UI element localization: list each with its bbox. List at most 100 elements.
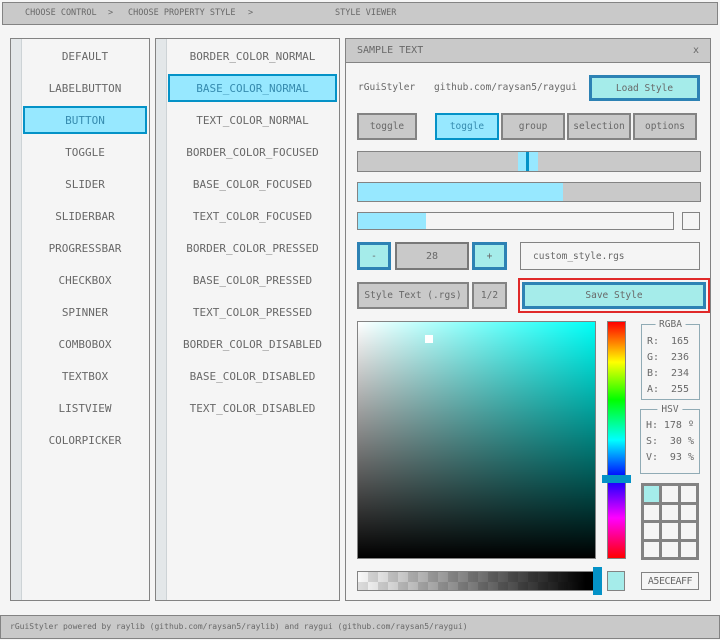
hsv-label-h: H: — [646, 420, 658, 431]
breadcrumb-separator-icon: > — [248, 3, 253, 24]
spinner-value-box[interactable]: 28 — [395, 242, 469, 270]
rgba-label-r: R: — [647, 336, 659, 347]
property-item-border-color-pressed[interactable]: BORDER_COLOR_PRESSED — [168, 234, 337, 262]
saved-color-cell[interactable] — [662, 542, 677, 558]
saved-color-cell[interactable] — [662, 486, 677, 502]
toggle-group-item-group[interactable]: group — [501, 113, 565, 140]
hsv-value-h: 178 º — [664, 420, 694, 431]
control-item-default[interactable]: DEFAULT — [23, 42, 147, 70]
control-item-toggle[interactable]: TOGGLE — [23, 138, 147, 166]
save-style-button[interactable]: Save Style — [522, 282, 706, 309]
style-filename-input[interactable]: custom_style.rgs — [520, 242, 700, 270]
saved-colors-grid — [641, 483, 699, 560]
hsv-groupbox: HSV H: 178 º S: 30 % V: 93 % — [640, 409, 700, 474]
hsv-row-h: H: 178 º — [646, 418, 694, 433]
breadcrumb-separator-icon: > — [108, 3, 113, 24]
rgba-row-g: G: 236 — [647, 350, 689, 365]
spinner-decrease-button[interactable]: - — [357, 242, 391, 270]
breadcrumb-step-choose-property-style: CHOOSE PROPERTY STYLE — [128, 3, 235, 24]
property-item-base-color-pressed[interactable]: BASE_COLOR_PRESSED — [168, 266, 337, 294]
control-item-slider[interactable]: SLIDER — [23, 170, 147, 198]
hsv-value-s: 30 % — [670, 436, 694, 447]
saved-color-cell[interactable] — [662, 505, 677, 521]
style-text-button[interactable]: Style Text (.rgs) — [357, 282, 469, 309]
sample-window-titlebar[interactable]: SAMPLE TEXT x — [346, 39, 710, 63]
property-item-base-color-disabled[interactable]: BASE_COLOR_DISABLED — [168, 362, 337, 390]
control-item-checkbox[interactable]: CHECKBOX — [23, 266, 147, 294]
control-item-progressbar[interactable]: PROGRESSBAR — [23, 234, 147, 262]
hsv-row-v: V: 93 % — [646, 450, 694, 465]
hsv-label-s: S: — [646, 436, 658, 447]
control-item-labelbutton[interactable]: LABELBUTTON — [23, 74, 147, 102]
controls-list: DEFAULT LABELBUTTON BUTTON TOGGLE SLIDER… — [10, 38, 150, 601]
saved-color-cell[interactable] — [644, 542, 659, 558]
close-icon[interactable]: x — [693, 45, 699, 56]
rgba-row-b: B: 234 — [647, 366, 689, 381]
control-item-combobox[interactable]: COMBOBOX — [23, 330, 147, 358]
repo-label: github.com/raysan5/raygui — [434, 75, 577, 101]
pager-button[interactable]: 1/2 — [472, 282, 507, 309]
toggle-group-item-selection[interactable]: selection — [567, 113, 631, 140]
control-item-listview[interactable]: LISTVIEW — [23, 394, 147, 422]
hue-bar[interactable] — [607, 321, 626, 559]
toggle-group-item-options[interactable]: options — [633, 113, 697, 140]
property-item-text-color-pressed[interactable]: TEXT_COLOR_PRESSED — [168, 298, 337, 326]
control-item-button-selected[interactable]: BUTTON — [23, 106, 147, 134]
properties-list-scrollbar[interactable] — [156, 39, 167, 600]
rgba-groupbox: RGBA R: 165 G: 236 B: 234 A: 255 — [641, 324, 700, 400]
saved-color-cell[interactable] — [644, 505, 659, 521]
alpha-handle[interactable] — [593, 567, 602, 595]
rgba-value-a: 255 — [671, 384, 689, 395]
rgba-value-r: 165 — [671, 336, 689, 347]
saved-color-cell-current[interactable] — [644, 486, 659, 502]
rgba-value-b: 234 — [671, 368, 689, 379]
saved-color-cell[interactable] — [681, 523, 696, 539]
control-item-spinner[interactable]: SPINNER — [23, 298, 147, 326]
rgba-label-g: G: — [647, 352, 659, 363]
property-item-text-color-normal[interactable]: TEXT_COLOR_NORMAL — [168, 106, 337, 134]
property-item-border-color-normal[interactable]: BORDER_COLOR_NORMAL — [168, 42, 337, 70]
properties-list: BORDER_COLOR_NORMAL BASE_COLOR_NORMAL TE… — [155, 38, 340, 601]
load-style-button[interactable]: Load Style — [589, 75, 700, 101]
sample-slider[interactable] — [357, 151, 701, 172]
property-item-text-color-disabled[interactable]: TEXT_COLOR_DISABLED — [168, 394, 337, 422]
hsv-groupbox-title: HSV — [657, 404, 682, 415]
sample-window: SAMPLE TEXT x rGuiStyler github.com/rays… — [345, 38, 711, 601]
sample-window-title: SAMPLE TEXT — [357, 45, 423, 56]
control-item-textbox[interactable]: TEXTBOX — [23, 362, 147, 390]
property-item-text-color-focused[interactable]: TEXT_COLOR_FOCUSED — [168, 202, 337, 230]
spinner-increase-button[interactable]: + — [472, 242, 507, 270]
color-selector-cursor[interactable] — [425, 335, 433, 343]
sliderbar-fill — [358, 183, 563, 201]
breadcrumb-step-style-viewer: STYLE VIEWER — [335, 3, 396, 24]
property-item-base-color-focused[interactable]: BASE_COLOR_FOCUSED — [168, 170, 337, 198]
controls-list-scrollbar[interactable] — [11, 39, 22, 600]
property-item-border-color-disabled[interactable]: BORDER_COLOR_DISABLED — [168, 330, 337, 358]
control-item-sliderbar[interactable]: SLIDERBAR — [23, 202, 147, 230]
property-item-base-color-normal-selected[interactable]: BASE_COLOR_NORMAL — [168, 74, 337, 102]
slider-handle[interactable] — [518, 152, 538, 171]
sample-toggle[interactable]: toggle — [357, 113, 417, 140]
controls-list-items: DEFAULT LABELBUTTON BUTTON TOGGLE SLIDER… — [23, 42, 147, 454]
color-saturation-value-panel[interactable] — [357, 321, 596, 559]
alpha-bar[interactable] — [357, 571, 596, 591]
brand-label: rGuiStyler — [358, 75, 415, 101]
sample-checkbox[interactable] — [682, 212, 700, 230]
toggle-group-item-toggle-active[interactable]: toggle — [435, 113, 499, 140]
saved-color-cell[interactable] — [681, 542, 696, 558]
hue-handle[interactable] — [602, 475, 631, 483]
saved-color-cell[interactable] — [644, 523, 659, 539]
breadcrumb: CHOOSE CONTROL > CHOOSE PROPERTY STYLE >… — [2, 2, 718, 25]
rgba-label-a: A: — [647, 384, 659, 395]
saved-color-cell[interactable] — [662, 523, 677, 539]
hex-color-input[interactable]: A5ECEAFF — [641, 572, 699, 590]
rgba-row-a: A: 255 — [647, 382, 689, 397]
saved-color-cell[interactable] — [681, 505, 696, 521]
sample-sliderbar[interactable] — [357, 182, 701, 202]
property-item-border-color-focused[interactable]: BORDER_COLOR_FOCUSED — [168, 138, 337, 166]
saved-color-cell[interactable] — [681, 486, 696, 502]
progressbar-fill — [358, 213, 426, 229]
properties-list-items: BORDER_COLOR_NORMAL BASE_COLOR_NORMAL TE… — [168, 42, 337, 422]
control-item-colorpicker[interactable]: COLORPICKER — [23, 426, 147, 454]
hsv-value-v: 93 % — [670, 452, 694, 463]
